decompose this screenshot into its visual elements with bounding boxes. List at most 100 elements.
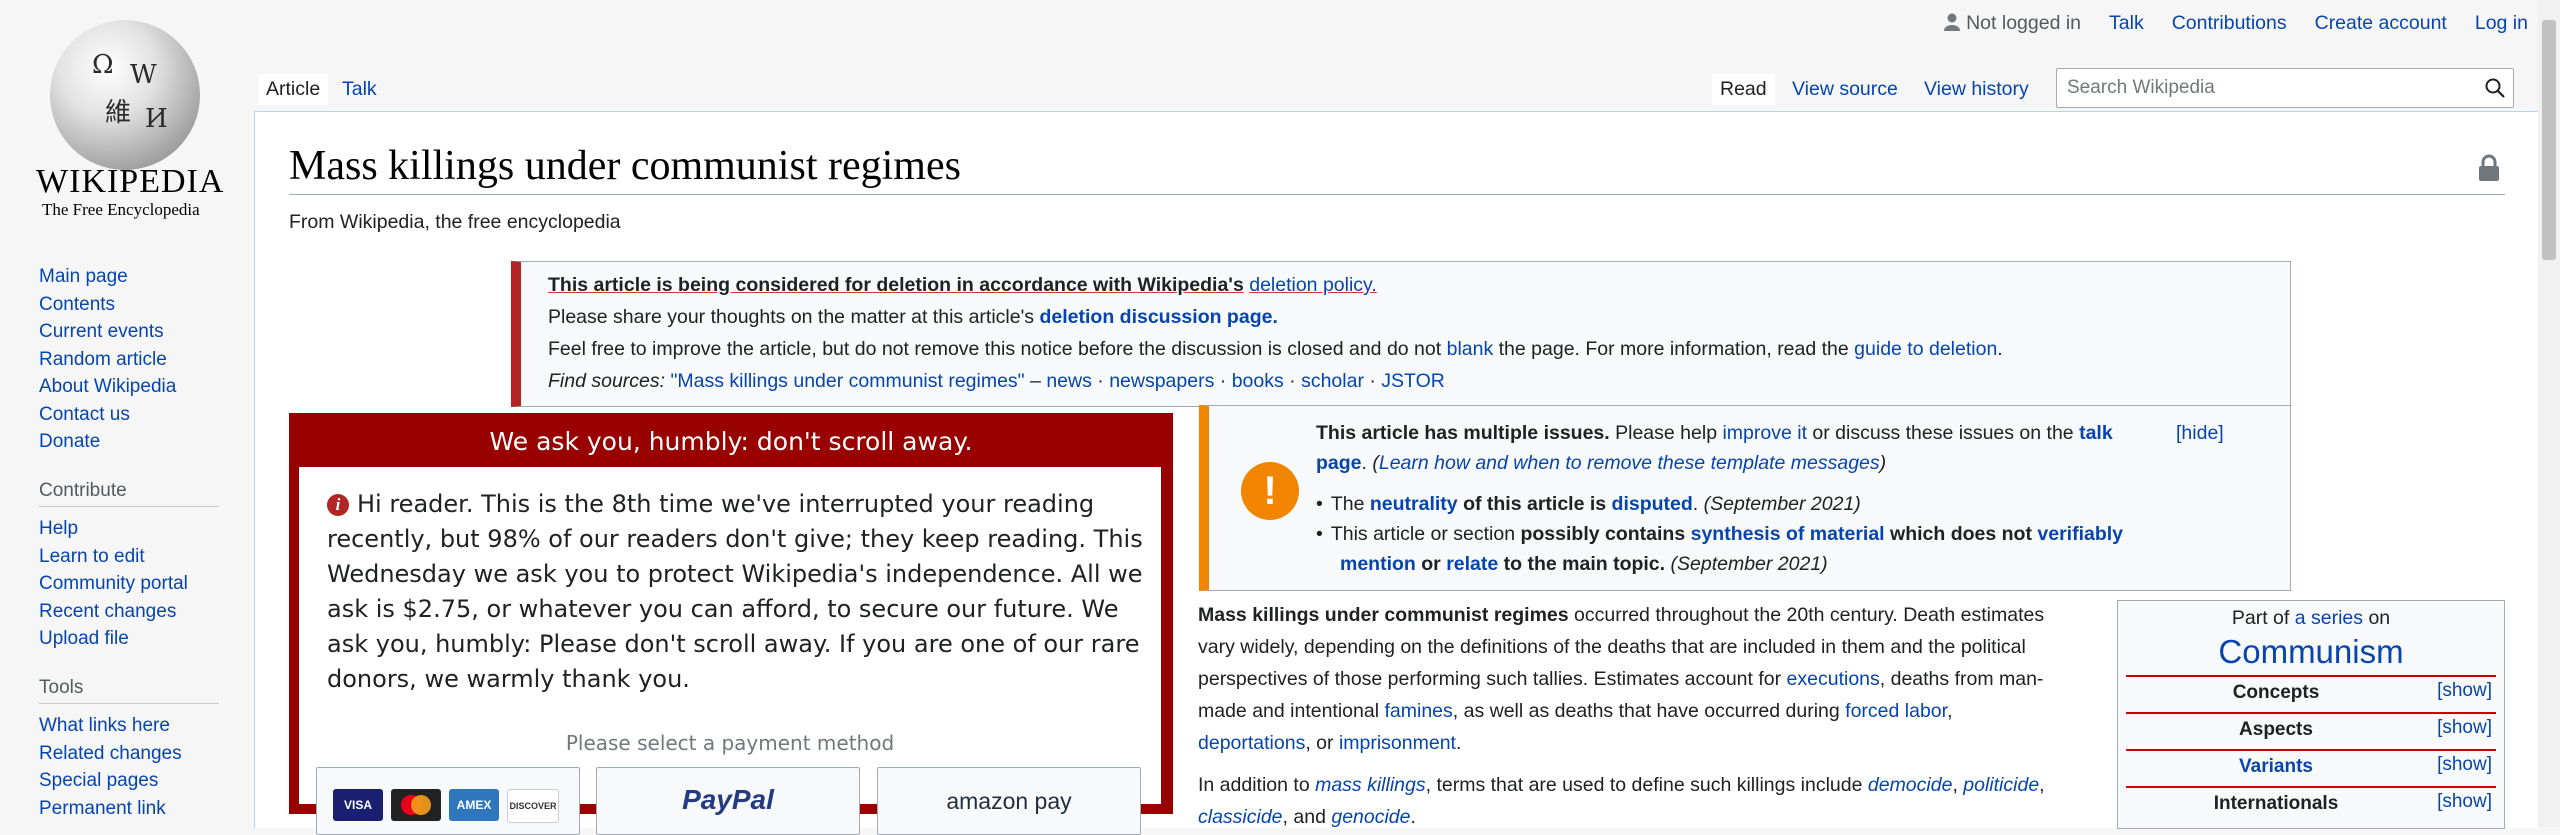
disputed-link[interactable]: disputed bbox=[1612, 493, 1693, 515]
article-text: perspectives of those performing such ta… bbox=[1198, 668, 1782, 690]
tab-read[interactable]: Read bbox=[1712, 74, 1775, 105]
show-toggle[interactable]: [show] bbox=[2437, 791, 2492, 813]
find-sources-query-link[interactable]: "Mass killings under communist regimes" bbox=[670, 370, 1024, 392]
log-in-link[interactable]: Log in bbox=[2475, 12, 2528, 35]
navbox-row-internationals[interactable]: Internationals [show] bbox=[2126, 786, 2496, 821]
article-text: , and bbox=[1282, 806, 1326, 828]
talk-page-link-part1[interactable]: talk bbox=[2079, 422, 2113, 444]
sidebar-item-special-pages[interactable]: Special pages bbox=[39, 767, 182, 795]
executions-link[interactable]: executions bbox=[1787, 668, 1880, 690]
site-subtitle: From Wikipedia, the free encyclopedia bbox=[289, 211, 621, 233]
sidebar-divider bbox=[39, 703, 219, 704]
article-text: In addition to bbox=[1198, 774, 1310, 796]
mass-killings-link[interactable]: mass killings bbox=[1315, 774, 1426, 796]
deportations-link[interactable]: deportations bbox=[1198, 732, 1305, 754]
source-link-jstor[interactable]: JSTOR bbox=[1381, 370, 1445, 392]
sidebar-item-community-portal[interactable]: Community portal bbox=[39, 570, 188, 598]
sidebar-item-donate[interactable]: Donate bbox=[39, 428, 176, 456]
sidebar-item-contact-us[interactable]: Contact us bbox=[39, 401, 176, 429]
create-account-link[interactable]: Create account bbox=[2315, 12, 2447, 35]
series-text: on bbox=[2368, 607, 2391, 629]
issues-text: or discuss these issues on the bbox=[1812, 422, 2074, 444]
show-toggle[interactable]: [show] bbox=[2437, 717, 2492, 739]
tab-article[interactable]: Article bbox=[258, 74, 329, 105]
sidebar-item-permanent-link[interactable]: Permanent link bbox=[39, 795, 182, 823]
find-sources-label: Find sources: bbox=[548, 370, 666, 392]
famines-link[interactable]: famines bbox=[1384, 700, 1452, 722]
tab-view-history[interactable]: View history bbox=[1916, 74, 2037, 105]
democide-link[interactable]: democide bbox=[1868, 774, 1953, 796]
not-logged-in-label: Not logged in bbox=[1966, 12, 2082, 34]
show-toggle[interactable]: [show] bbox=[2437, 754, 2492, 776]
series-link[interactable]: a series bbox=[2295, 607, 2363, 629]
navbox-row-variants[interactable]: Variants [show] bbox=[2126, 749, 2496, 784]
article-text: , deaths from man- bbox=[1879, 668, 2044, 690]
deletion-notice-text: . bbox=[1997, 338, 2003, 360]
deletion-discussion-link[interactable]: deletion discussion page. bbox=[1039, 306, 1277, 328]
source-link-scholar[interactable]: scholar bbox=[1301, 370, 1364, 392]
sidebar-item-related-changes[interactable]: Related changes bbox=[39, 740, 182, 768]
sidebar-item-learn-to-edit[interactable]: Learn to edit bbox=[39, 543, 188, 571]
article-text: . bbox=[1410, 806, 1416, 828]
synthesis-link[interactable]: synthesis of material bbox=[1691, 523, 1885, 545]
sidebar-item-help[interactable]: Help bbox=[39, 515, 188, 543]
sidebar-item-main-page[interactable]: Main page bbox=[39, 263, 176, 291]
amazon-pay-button[interactable]: amazon pay bbox=[877, 767, 1141, 835]
blank-link[interactable]: blank bbox=[1447, 338, 1494, 360]
tabs-divider bbox=[255, 111, 2538, 112]
politicide-link[interactable]: politicide bbox=[1963, 774, 2039, 796]
source-link-news[interactable]: news bbox=[1046, 370, 1092, 392]
user-contributions-link[interactable]: Contributions bbox=[2172, 12, 2287, 35]
verifiably-link-part2[interactable]: mention bbox=[1340, 553, 1416, 575]
page-title: Mass killings under communist regimes bbox=[289, 143, 961, 189]
hide-issues-button[interactable]: [hide] bbox=[2176, 422, 2224, 445]
article-text: occurred throughout the 20th century. De… bbox=[1574, 604, 2045, 626]
communism-series-sidebar: Part of a series on Communism Concepts [… bbox=[2117, 600, 2505, 829]
sidebar-item-recent-changes[interactable]: Recent changes bbox=[39, 598, 188, 626]
sidebar-item-random-article[interactable]: Random article bbox=[39, 346, 176, 374]
title-divider bbox=[289, 194, 2505, 195]
source-link-newspapers[interactable]: newspapers bbox=[1109, 370, 1214, 392]
amazon-pay-logo: amazon pay bbox=[946, 788, 1072, 814]
payment-method-label: Please select a payment method bbox=[565, 731, 895, 755]
genocide-link[interactable]: genocide bbox=[1331, 806, 1410, 828]
guide-to-deletion-link[interactable]: guide to deletion bbox=[1854, 338, 1997, 360]
search-icon[interactable] bbox=[2485, 78, 2505, 98]
search-input[interactable] bbox=[2065, 70, 2469, 106]
issue-date: (September 2021) bbox=[1703, 493, 1861, 515]
sidebar-item-current-events[interactable]: Current events bbox=[39, 318, 176, 346]
forced-labor-link[interactable]: forced labor bbox=[1845, 700, 1947, 722]
tab-talk[interactable]: Talk bbox=[334, 74, 385, 105]
improve-it-link[interactable]: improve it bbox=[1722, 422, 1807, 444]
warning-exclamation-icon: ! bbox=[1241, 462, 1299, 520]
wikipedia-logo[interactable]: Ω W 維 И WIKIPEDIA The Free Encyclopedia bbox=[0, 0, 250, 230]
sidebar-item-upload-file[interactable]: Upload file bbox=[39, 625, 188, 653]
verifiably-link-part1[interactable]: verifiably bbox=[2037, 523, 2123, 545]
sidebar-item-contents[interactable]: Contents bbox=[39, 291, 176, 319]
protection-lock-icon[interactable] bbox=[2478, 154, 2500, 182]
deletion-notice-headline: This article is being considered for del… bbox=[548, 274, 1377, 297]
navbox-row-label-link[interactable]: Variants bbox=[2126, 756, 2426, 778]
imprisonment-link[interactable]: imprisonment bbox=[1339, 732, 1456, 754]
deletion-policy-link[interactable]: deletion policy. bbox=[1249, 274, 1377, 296]
fundraising-banner: We ask you, humbly: don't scroll away. i… bbox=[289, 413, 1173, 835]
scrollbar-thumb[interactable] bbox=[2542, 20, 2556, 260]
classicide-link[interactable]: classicide bbox=[1198, 806, 1283, 828]
paypal-button[interactable]: PayPal bbox=[596, 767, 860, 835]
user-talk-link[interactable]: Talk bbox=[2109, 12, 2144, 35]
show-toggle[interactable]: [show] bbox=[2437, 680, 2492, 702]
sidebar-item-about-wikipedia[interactable]: About Wikipedia bbox=[39, 373, 176, 401]
learn-remove-templates-link[interactable]: Learn how and when to remove these templ… bbox=[1379, 452, 1880, 474]
puzzle-globe-icon: Ω W 維 И bbox=[50, 20, 200, 170]
page-scrollbar[interactable] bbox=[2538, 0, 2560, 827]
sidebar-item-what-links-here[interactable]: What links here bbox=[39, 712, 182, 740]
tab-view-source[interactable]: View source bbox=[1784, 74, 1906, 105]
navbox-row-aspects[interactable]: Aspects [show] bbox=[2126, 712, 2496, 747]
talk-page-link-part2[interactable]: page bbox=[1316, 452, 1362, 474]
navbox-row-concepts[interactable]: Concepts [show] bbox=[2126, 675, 2496, 710]
series-title-link[interactable]: Communism bbox=[2118, 633, 2504, 671]
neutrality-link[interactable]: neutrality bbox=[1370, 493, 1458, 515]
relate-link[interactable]: relate bbox=[1446, 553, 1498, 575]
card-payment-button[interactable]: VISA AMEX DISCOVER bbox=[316, 767, 580, 835]
source-link-books[interactable]: books bbox=[1232, 370, 1284, 392]
